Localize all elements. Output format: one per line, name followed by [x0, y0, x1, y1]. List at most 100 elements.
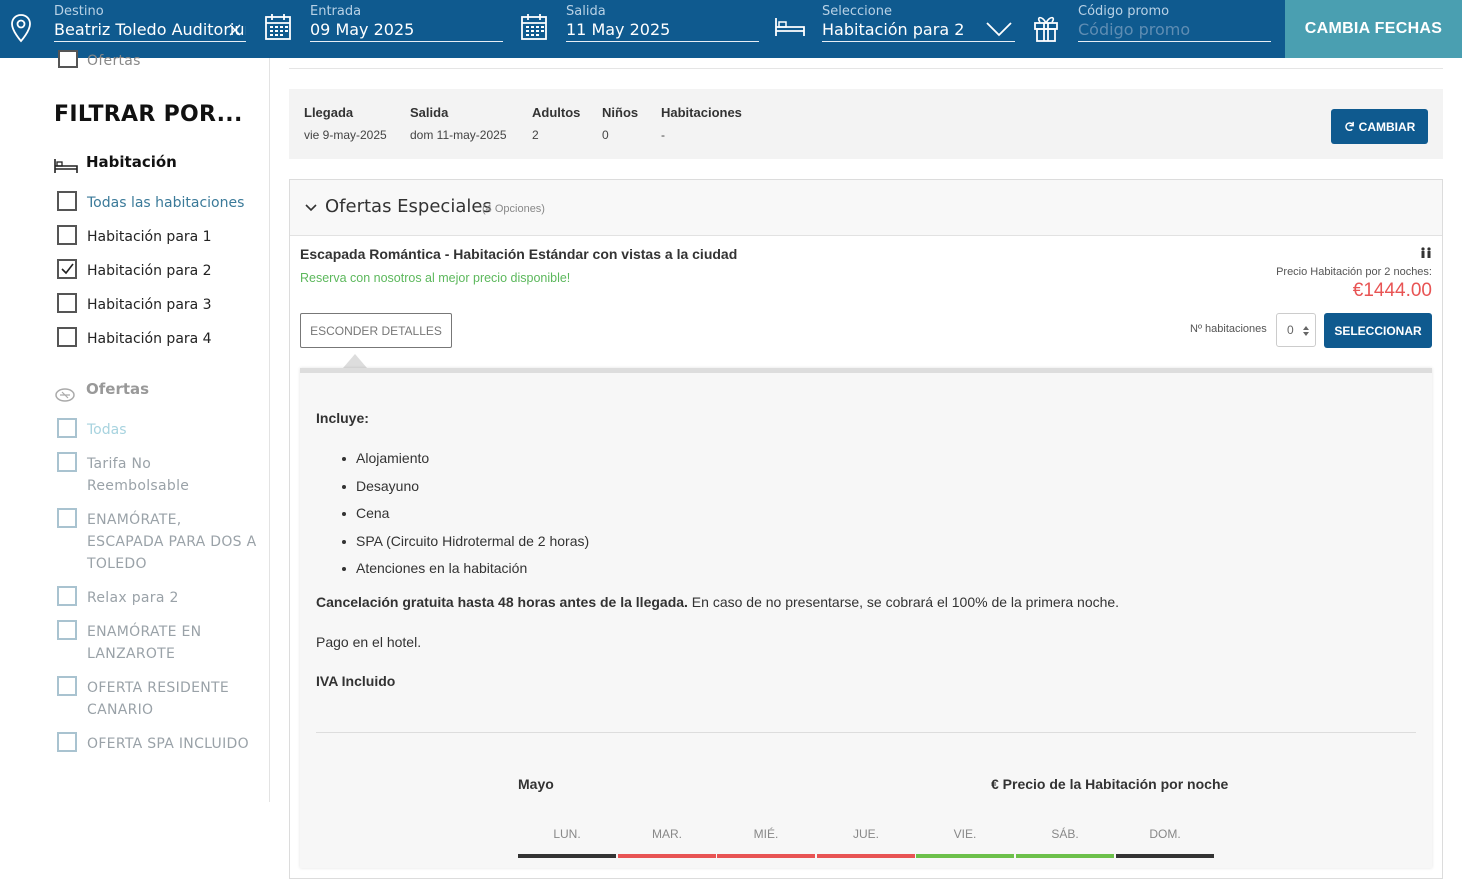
calendar-day-bar	[717, 854, 815, 858]
panel-header[interactable]: Ofertas Especiales (4 Opciones)	[290, 180, 1442, 236]
filter-title: FILTRAR POR...	[54, 102, 243, 127]
checkbox-relax-para-2[interactable]	[57, 586, 77, 606]
llegada-value: vie 9-may-2025	[304, 128, 387, 142]
salida-label: Salida	[410, 105, 449, 120]
checkbox-habitacion-4[interactable]	[57, 327, 77, 347]
option-oferta-residente[interactable]: OFERTA RESIDENTE CANARIO	[87, 677, 247, 721]
salida-input[interactable]: 11 May 2025	[566, 20, 759, 42]
promo-field[interactable]: Código promo Código promo	[1030, 0, 1278, 58]
calendar-icon	[521, 14, 547, 40]
select-offer-button[interactable]: SELECCIONAR	[1324, 313, 1432, 348]
checkbox-enamorate-toledo[interactable]	[57, 508, 77, 528]
location-pin-icon	[11, 14, 31, 43]
chevron-down-icon[interactable]	[985, 21, 1013, 37]
option-oferta-spa[interactable]: OFERTA SPA INCLUIDO	[87, 733, 249, 755]
checkbox-oferta-spa[interactable]	[57, 732, 77, 752]
entrada-input[interactable]: 09 May 2025	[310, 20, 503, 42]
divider	[289, 68, 1443, 69]
option-relax-para-2[interactable]: Relax para 2	[87, 587, 179, 609]
option-habitacion-1[interactable]: Habitación para 1	[87, 226, 212, 248]
booking-summary	[289, 89, 1443, 159]
cambia-fechas-button[interactable]: CAMBIA FECHAS	[1285, 0, 1462, 58]
calendar-day-bar	[1116, 854, 1214, 858]
ofertas-top-label: Ofertas	[87, 53, 141, 69]
option-ofertas-todas[interactable]: Todas	[87, 419, 127, 441]
seleccione-label: Seleccione	[822, 4, 892, 19]
checkmark-icon	[61, 263, 74, 275]
refresh-icon	[1344, 121, 1354, 132]
bed-icon	[775, 18, 805, 36]
option-enamorate-lanzarote[interactable]: ENAMÓRATE EN LANZAROTE	[87, 621, 227, 665]
ninos-value: 0	[602, 128, 609, 142]
include-item: Cena	[341, 505, 390, 521]
checkbox-ofertas-todas[interactable]	[57, 418, 77, 438]
chevron-down-icon[interactable]	[305, 204, 317, 212]
destino-label: Destino	[54, 4, 104, 19]
adultos-label: Adultos	[532, 105, 581, 120]
bed-icon	[54, 159, 78, 173]
panel-options-count: (4 Opciones)	[482, 203, 545, 215]
checkbox-todas-habitaciones[interactable]	[57, 191, 77, 211]
cambiar-label: CAMBIAR	[1358, 119, 1416, 134]
salida-field[interactable]: Salida 11 May 2025	[518, 0, 763, 58]
promo-input[interactable]: Código promo	[1078, 20, 1271, 42]
option-habitacion-3[interactable]: Habitación para 3	[87, 294, 212, 316]
offer-price: €1444.00	[1352, 280, 1432, 301]
calendar-day-header: SÁB.	[1051, 827, 1079, 841]
details-pointer	[343, 354, 367, 368]
offer-name: Escapada Romántica - Habitación Estándar…	[300, 246, 738, 262]
include-item: Alojamiento	[341, 450, 430, 466]
rooms-count-select[interactable]: 0	[1276, 313, 1316, 347]
option-habitacion-2[interactable]: Habitación para 2	[87, 260, 212, 282]
divider	[316, 732, 1416, 733]
destino-input[interactable]: Beatriz Toledo Auditorium	[54, 20, 246, 42]
checkbox-enamorate-lanzarote[interactable]	[57, 620, 77, 640]
hide-details-button[interactable]: ESCONDER DETALLES	[300, 313, 452, 348]
ofertas-top-checkbox[interactable]	[58, 50, 78, 68]
checkbox-habitacion-2[interactable]	[57, 259, 77, 279]
gift-icon	[1034, 16, 1058, 42]
calendar-day-bar	[618, 854, 716, 858]
calendar-day-header: JUE.	[852, 827, 879, 841]
checkbox-oferta-residente[interactable]	[57, 676, 77, 696]
rooms-count-label: Nº habitaciones	[1190, 323, 1267, 335]
iva-note: IVA Incluido	[316, 673, 396, 689]
adultos-value: 2	[532, 128, 539, 142]
price-label: Precio Habitación por 2 noches:	[1276, 266, 1432, 278]
option-enamorate-toledo[interactable]: ENAMÓRATE, ESCAPADA PARA DOS A TOLEDO	[87, 509, 257, 575]
ninos-label: Niños	[602, 105, 639, 120]
option-habitacion-4[interactable]: Habitación para 4	[87, 328, 212, 350]
calendar-day-header: MAR.	[652, 827, 682, 841]
calendar-day-header: DOM.	[1149, 827, 1181, 841]
checkbox-tarifa-no-reembolsable[interactable]	[57, 452, 77, 472]
panel-title: Ofertas Especiales	[325, 196, 492, 217]
calendar-day-bar	[916, 854, 1014, 858]
ofertas-title: Ofertas	[86, 380, 150, 398]
room-select-field[interactable]: Seleccione Habitación para 2	[772, 0, 1020, 58]
entrada-field[interactable]: Entrada 09 May 2025	[262, 0, 507, 58]
includes-title: Incluye:	[316, 410, 369, 426]
checkbox-habitacion-1[interactable]	[57, 225, 77, 245]
include-item: Atenciones en la habitación	[341, 560, 528, 576]
habitaciones-value: -	[661, 128, 665, 142]
cambiar-button[interactable]: CAMBIAR	[1331, 109, 1428, 144]
include-item: Desayuno	[341, 478, 420, 494]
cancellation-bold: Cancelación gratuita hasta 48 horas ante…	[316, 594, 688, 610]
payment-note: Pago en el hotel.	[316, 634, 422, 650]
habitaciones-label: Habitaciones	[661, 105, 742, 120]
calendar-day-bar	[518, 854, 616, 858]
habitacion-title: Habitación	[86, 153, 177, 171]
promo-label: Código promo	[1078, 4, 1170, 19]
option-todas-habitaciones[interactable]: Todas las habitaciones	[87, 192, 244, 214]
calendar-day-bar	[817, 854, 915, 858]
cancellation-rest: En caso de no presentarse, se cobrará el…	[687, 594, 1120, 610]
calendar-icon	[265, 14, 291, 40]
clear-icon[interactable]	[228, 23, 242, 37]
llegada-label: Llegada	[304, 105, 354, 120]
entrada-label: Entrada	[310, 4, 362, 19]
option-tarifa-no-reembolsable[interactable]: Tarifa No Reembolsable	[87, 453, 207, 497]
checkbox-habitacion-3[interactable]	[57, 293, 77, 313]
calendar-day-header: VIE.	[953, 827, 977, 841]
offer-tagline: Reserva con nosotros al mejor precio dis…	[300, 271, 571, 285]
salida-value: dom 11-may-2025	[410, 128, 507, 142]
